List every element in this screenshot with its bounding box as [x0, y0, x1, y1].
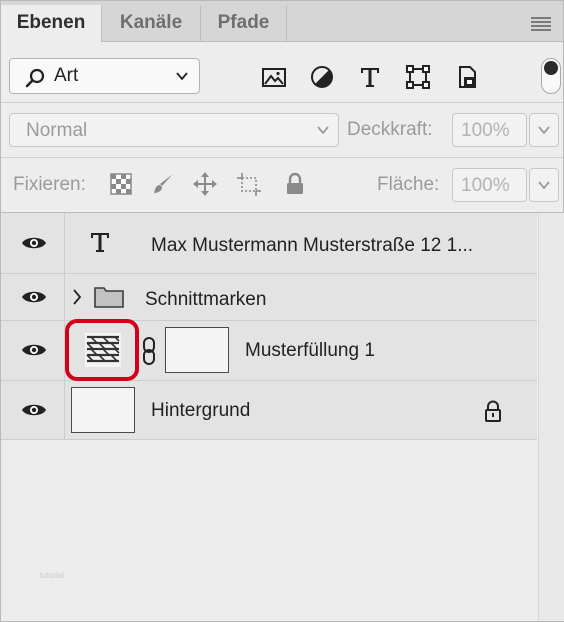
filter-row: Art [1, 42, 563, 103]
type-filter-icon[interactable] [357, 64, 383, 90]
lock-label: Fixieren: [13, 174, 86, 195]
layer-name[interactable]: Schnittmarken [145, 289, 266, 311]
pattern-fill-icon[interactable] [85, 333, 121, 367]
fill-label: Fläche: [377, 174, 440, 195]
scrollbar-track[interactable] [538, 213, 564, 621]
eye-icon[interactable] [21, 289, 47, 305]
layer-name[interactable]: Max Mustermann Musterstraße 12 1... [151, 235, 473, 257]
folder-icon [94, 287, 124, 308]
lock-paint-icon[interactable] [151, 172, 175, 196]
blend-mode-value: Normal [26, 120, 88, 141]
lock-all-icon[interactable] [283, 172, 307, 196]
shape-filter-icon[interactable] [405, 64, 431, 90]
layer-name[interactable]: Hintergrund [151, 400, 250, 422]
visibility-cell[interactable] [1, 321, 65, 380]
lock-transparent-icon[interactable] [109, 172, 133, 196]
tab-ebenen[interactable]: Ebenen [1, 5, 102, 42]
layer-row-background[interactable]: Hintergrund [1, 381, 537, 440]
filter-kind-value: Art [54, 65, 79, 86]
image-filter-icon[interactable] [261, 64, 287, 90]
lock-row: Fixieren: Fläche: 100% [1, 158, 563, 213]
fill-value: 100% [461, 175, 510, 196]
visibility-cell[interactable] [1, 274, 65, 320]
empty-layer-area [1, 440, 537, 621]
layer-thumbnail[interactable] [71, 387, 135, 433]
fill-dropdown-button[interactable] [529, 168, 559, 202]
chevron-down-icon [538, 181, 550, 190]
visibility-cell[interactable] [1, 213, 65, 273]
chevron-down-icon [317, 126, 329, 135]
layer-list: Max Mustermann Musterstraße 12 1... Schn… [1, 213, 537, 621]
chevron-down-icon [538, 126, 550, 135]
filter-toggle[interactable] [541, 58, 561, 94]
tab-bar: Ebenen Kanäle Pfade [1, 1, 563, 42]
text-layer-icon [91, 233, 109, 252]
filter-kind-select[interactable]: Art [9, 58, 200, 94]
eye-icon[interactable] [21, 402, 47, 418]
layer-row-pattern-fill[interactable]: Musterfüllung 1 [1, 319, 537, 381]
tab-pfade[interactable]: Pfade [201, 5, 287, 41]
smart-object-filter-icon[interactable] [455, 64, 481, 90]
layer-mask-thumbnail[interactable] [165, 327, 229, 373]
opacity-label: Deckkraft: [347, 119, 433, 140]
chevron-down-icon [176, 72, 188, 81]
watermark-text: tutorial [40, 571, 65, 580]
layer-row-group[interactable]: Schnittmarken [1, 274, 537, 321]
lock-position-icon[interactable] [193, 172, 217, 196]
filter-toggle-knob [544, 61, 558, 75]
eye-icon[interactable] [21, 235, 47, 251]
opacity-value: 100% [461, 120, 510, 141]
layer-row-text[interactable]: Max Mustermann Musterstraße 12 1... [1, 213, 537, 274]
tab-kanaele[interactable]: Kanäle [102, 5, 201, 41]
link-icon[interactable] [141, 336, 157, 366]
lock-icon[interactable] [483, 400, 503, 422]
lock-artboard-icon[interactable] [237, 172, 261, 196]
chevron-right-icon[interactable] [71, 288, 83, 306]
layer-name[interactable]: Musterfüllung 1 [245, 340, 375, 362]
opacity-dropdown-button[interactable] [529, 113, 559, 147]
adjustment-filter-icon[interactable] [309, 64, 335, 90]
opacity-field[interactable]: 100% [452, 113, 527, 147]
blend-mode-select[interactable]: Normal [9, 113, 339, 147]
layers-panel: Ebenen Kanäle Pfade Art Normal Deckkraft… [0, 0, 564, 622]
eye-icon[interactable] [21, 342, 47, 358]
visibility-cell[interactable] [1, 381, 65, 439]
panel-menu-icon[interactable] [531, 17, 551, 31]
blend-row: Normal Deckkraft: 100% [1, 103, 563, 158]
fill-field[interactable]: 100% [452, 168, 527, 202]
search-icon [25, 68, 45, 88]
